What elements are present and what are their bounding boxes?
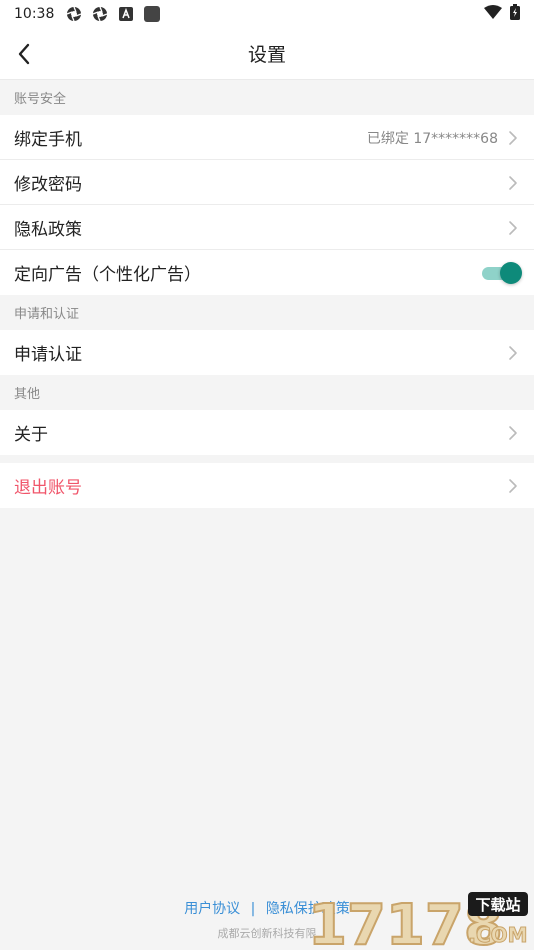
chevron-left-icon [18,43,30,65]
square-icon [144,6,161,22]
targeted-ads-label: 定向广告（个性化广告） [14,265,201,285]
change-password-row[interactable]: 修改密码 [0,160,534,205]
wifi-icon [484,5,502,23]
about-label: 关于 [14,425,48,445]
chevron-right-icon [506,218,520,238]
status-time: 10:38 [14,6,55,22]
footer-separator: | [250,901,256,917]
apply-verify-label: 申请认证 [14,345,82,365]
bind-phone-row[interactable]: 绑定手机 已绑定 17*******68 [0,115,534,160]
chevron-right-icon [506,343,520,363]
about-row[interactable]: 关于 [0,410,534,455]
aperture-icon [66,6,82,22]
title-bar: 设置 [0,28,534,80]
chevron-right-icon [506,173,520,193]
bind-phone-value: 已绑定 17*******68 [366,130,498,147]
toggle-knob [500,261,522,284]
android-badge-icon [118,6,134,22]
bind-phone-label: 绑定手机 [14,130,82,150]
change-password-label: 修改密码 [14,175,82,195]
footer-links: 用户协议 | 隐私保护政策 [0,898,534,918]
chevron-right-icon [506,128,520,148]
privacy-policy-label: 隐私政策 [14,220,82,240]
privacy-policy-row[interactable]: 隐私政策 [0,205,534,250]
logout-row[interactable]: 退出账号 [0,463,534,508]
back-button[interactable] [8,38,40,70]
targeted-ads-toggle[interactable] [482,261,522,284]
company-name: 成都云创新科技有限 [217,927,317,940]
targeted-ads-row: 定向广告（个性化广告） [0,250,534,295]
battery-charging-icon [510,4,520,24]
page-title: 设置 [247,44,286,66]
user-agreement-link[interactable]: 用户协议 [184,901,240,917]
section-header-other: 其他 [14,387,41,402]
privacy-protection-link[interactable]: 隐私保护政策 [266,901,350,917]
status-bar: 10:38 [0,0,534,28]
chevron-right-icon [506,476,520,496]
section-header-application: 申请和认证 [14,307,80,322]
aperture-icon [92,6,108,22]
chevron-right-icon [506,423,520,443]
status-right-icons [484,4,520,24]
logout-label: 退出账号 [14,478,82,498]
apply-verify-row[interactable]: 申请认证 [0,330,534,375]
section-header-account: 账号安全 [14,92,67,107]
